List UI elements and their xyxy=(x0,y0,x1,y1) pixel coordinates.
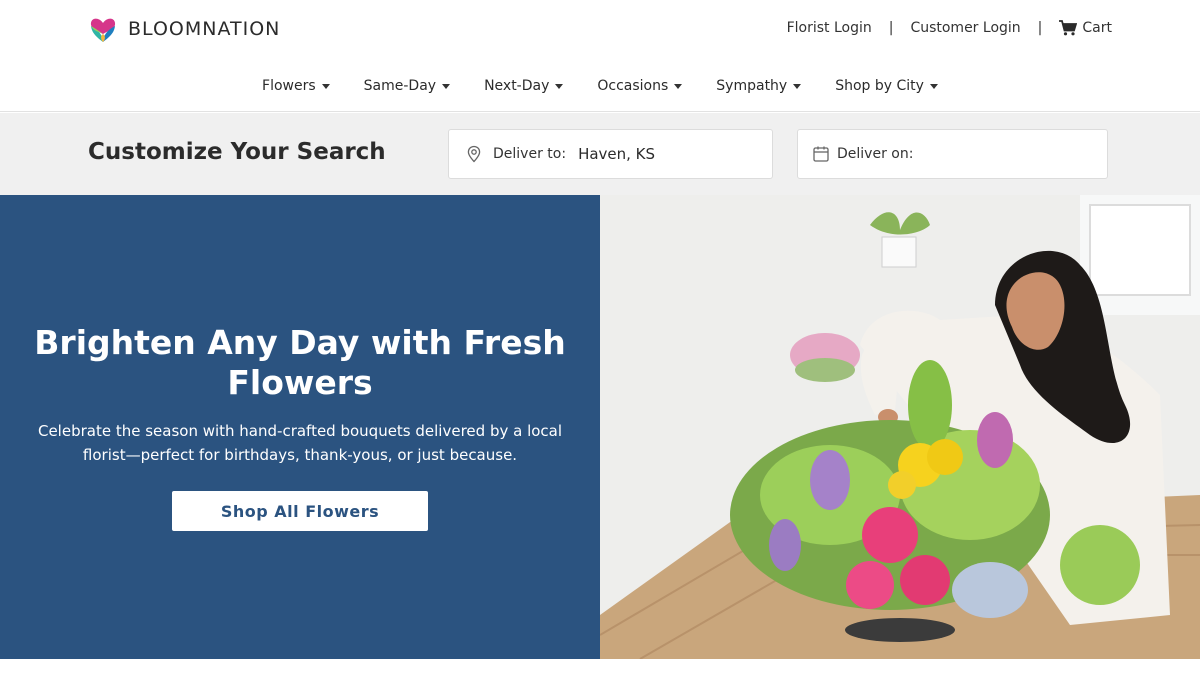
category-nav: Flowers Same-Day Next-Day Occasions Symp… xyxy=(0,60,1200,112)
deliver-to-field[interactable]: Deliver to: Haven, KS xyxy=(448,129,773,179)
caret-down-icon xyxy=(674,83,683,89)
florist-arranging-bouquet-photo xyxy=(600,195,1200,659)
cart-label: Cart xyxy=(1082,20,1112,36)
search-title: Customize Your Search xyxy=(88,139,386,165)
nav-item-label: Sympathy xyxy=(716,77,788,94)
calendar-icon xyxy=(813,146,829,162)
caret-down-icon xyxy=(929,83,938,89)
account-links: Florist Login | Customer Login | Cart xyxy=(787,20,1112,36)
customer-login-link[interactable]: Customer Login xyxy=(910,20,1020,36)
link-separator: | xyxy=(1037,20,1043,36)
hero-subtitle: Celebrate the season with hand-crafted b… xyxy=(37,422,563,464)
brand-logo[interactable]: BLOOMNATION xyxy=(88,14,280,44)
brand-name: BLOOMNATION xyxy=(128,18,281,40)
nav-item-sympathy[interactable]: Sympathy xyxy=(716,77,802,94)
nav-item-occasions[interactable]: Occasions xyxy=(597,77,683,94)
nav-item-label: Flowers xyxy=(262,77,316,94)
top-header: BLOOMNATION Florist Login | Customer Log… xyxy=(0,0,1200,60)
cart-link[interactable]: Cart xyxy=(1059,20,1112,36)
nav-item-label: Shop by City xyxy=(835,77,924,94)
hero-title: Brighten Any Day with Fresh Flowers xyxy=(34,323,566,402)
caret-down-icon xyxy=(442,83,451,89)
caret-down-icon xyxy=(793,83,802,89)
bloomnation-logo-icon xyxy=(90,18,116,42)
search-band: Customize Your Search Deliver to: Haven,… xyxy=(0,113,1200,195)
nav-item-label: Same-Day xyxy=(363,77,437,94)
deliver-on-label: Deliver on: xyxy=(837,146,914,162)
nav-item-label: Next-Day xyxy=(484,77,550,94)
caret-down-icon xyxy=(321,83,330,89)
nav-item-shop-by-city[interactable]: Shop by City xyxy=(835,78,938,94)
nav-item-label: Occasions xyxy=(597,77,669,94)
hero-text-panel: Brighten Any Day with Fresh Flowers Cele… xyxy=(0,195,600,659)
location-pin-icon xyxy=(467,145,481,163)
deliver-to-label: Deliver to: xyxy=(493,146,567,162)
link-separator: | xyxy=(888,20,894,36)
nav-item-next-day[interactable]: Next-Day xyxy=(484,77,564,94)
shopping-cart-icon xyxy=(1059,20,1078,36)
deliver-to-value[interactable]: Haven, KS xyxy=(578,145,655,163)
florist-login-link[interactable]: Florist Login xyxy=(787,20,872,36)
caret-down-icon xyxy=(555,83,564,89)
nav-item-same-day[interactable]: Same-Day xyxy=(363,77,451,94)
deliver-on-field[interactable]: Deliver on: xyxy=(797,129,1108,179)
nav-item-flowers[interactable]: Flowers xyxy=(262,78,330,94)
hero-image xyxy=(600,195,1200,659)
hero-banner: Brighten Any Day with Fresh Flowers Cele… xyxy=(0,195,1200,659)
shop-all-flowers-button[interactable]: Shop All Flowers xyxy=(172,491,428,531)
